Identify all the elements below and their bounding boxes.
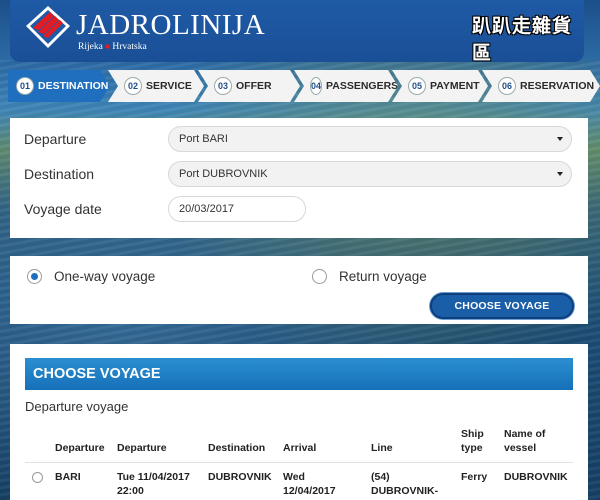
one-way-label: One-way voyage <box>54 268 156 284</box>
col-ship-type[interactable]: Ship type <box>461 427 484 455</box>
step-label: PAYMENT <box>430 80 480 92</box>
brand-country: Hrvatska <box>112 42 147 52</box>
departure-row: Departure Port BARI <box>24 126 574 152</box>
step-label: RESERVATION <box>520 80 595 92</box>
one-way-radio[interactable] <box>27 268 42 284</box>
row-departure-date: Tue 11/04/2017 <box>117 471 190 483</box>
destination-label: Destination <box>24 166 95 182</box>
brand-location: Rijeka ■ Hrvatska <box>78 42 147 52</box>
brand-separator: ■ <box>105 42 111 51</box>
row-vessel: DUBROVNIK <box>504 471 568 483</box>
return-label: Return voyage <box>339 268 427 284</box>
voyage-type-panel: One-way voyage Return voyage CHOOSE VOYA… <box>10 256 588 324</box>
col-vessel[interactable]: Name of vessel <box>504 427 545 455</box>
caret-down-icon <box>557 172 563 176</box>
destination-select[interactable]: Port DUBROVNIK <box>168 161 572 187</box>
departure-value: Port BARI <box>179 133 228 145</box>
step-service[interactable]: 02 SERVICE <box>108 70 204 102</box>
col-destination[interactable]: Destination <box>208 441 265 455</box>
row-arrival: Wed 12/04/2017 <box>283 470 336 498</box>
caret-down-icon <box>557 137 563 141</box>
choose-voyage-button[interactable]: CHOOSE VOYAGE <box>430 293 574 319</box>
voyage-select-radio[interactable] <box>32 472 43 483</box>
voyage-date-label: Voyage date <box>24 201 102 217</box>
col-ship-type-line2: type <box>461 442 483 454</box>
step-label: OFFER <box>236 80 272 92</box>
row-departure-port: BARI <box>55 471 81 483</box>
row-ship-type: Ferry <box>461 471 488 483</box>
col-vessel-line2: vessel <box>504 442 537 454</box>
destination-value: Port DUBROVNIK <box>179 168 268 180</box>
table-divider <box>25 462 573 463</box>
brand-city: Rijeka <box>78 42 103 52</box>
col-ship-type-line1: Ship <box>461 428 484 440</box>
departure-select[interactable]: Port BARI <box>168 126 572 152</box>
step-offer[interactable]: 03 OFFER <box>198 70 300 102</box>
col-arrival[interactable]: Arrival <box>283 441 316 455</box>
step-number: 03 <box>214 77 232 95</box>
results-title: CHOOSE VOYAGE <box>25 358 573 390</box>
departure-label: Departure <box>24 131 87 147</box>
col-departure-time[interactable]: Departure <box>117 441 167 455</box>
step-payment[interactable]: 05 PAYMENT <box>392 70 488 102</box>
booking-steps: 01 DESTINATION 02 SERVICE 03 OFFER 04 PA… <box>8 70 600 102</box>
row-departure-time: Tue 11/04/2017 22:00 <box>117 470 190 498</box>
row-arrival-date: 12/04/2017 <box>283 485 336 497</box>
return-radio[interactable] <box>312 268 327 284</box>
col-vessel-line1: Name of <box>504 428 546 440</box>
row-line-number: (54) <box>371 471 390 483</box>
step-number: 01 <box>16 77 34 95</box>
row-destination: DUBROVNIK <box>208 471 272 483</box>
return-option[interactable]: Return voyage <box>312 266 427 286</box>
voyage-date-input[interactable]: 20/03/2017 <box>168 196 306 222</box>
row-line: (54) DUBROVNIK- <box>371 470 438 498</box>
step-passengers[interactable]: 04 PASSENGERS <box>294 70 398 102</box>
step-label: DESTINATION <box>38 80 109 92</box>
destination-row: Destination Port DUBROVNIK <box>24 161 574 187</box>
one-way-option[interactable]: One-way voyage <box>27 266 155 286</box>
step-label: PASSENGERS <box>326 80 399 92</box>
voyage-date-value: 20/03/2017 <box>179 203 235 215</box>
results-panel: CHOOSE VOYAGE Departure voyage Departure… <box>10 344 588 500</box>
jadrolinija-logo-icon[interactable] <box>24 4 72 50</box>
step-number: 02 <box>124 77 142 95</box>
row-departure-hour: 22:00 <box>117 485 144 497</box>
step-label: SERVICE <box>146 80 192 92</box>
row-line-route: DUBROVNIK- <box>371 485 439 497</box>
step-number: 04 <box>310 77 322 95</box>
site-header: JADROLINIJA Rijeka ■ Hrvatska 趴趴走雜貨區 <box>10 0 584 64</box>
results-subtitle: Departure voyage <box>25 399 129 414</box>
voyage-date-row: Voyage date 20/03/2017 <box>24 196 574 222</box>
step-reservation[interactable]: 06 RESERVATION <box>482 70 600 102</box>
col-line[interactable]: Line <box>371 441 393 455</box>
step-destination[interactable]: 01 DESTINATION <box>8 70 110 102</box>
step-number: 06 <box>498 77 516 95</box>
col-departure-port[interactable]: Departure <box>55 441 105 455</box>
step-number: 05 <box>408 77 426 95</box>
watermark-text: 趴趴走雜貨區 <box>472 15 573 64</box>
route-form: Departure Port BARI Destination Port DUB… <box>10 118 588 238</box>
brand-name[interactable]: JADROLINIJA <box>76 9 265 42</box>
row-arrival-day: Wed <box>283 471 305 483</box>
